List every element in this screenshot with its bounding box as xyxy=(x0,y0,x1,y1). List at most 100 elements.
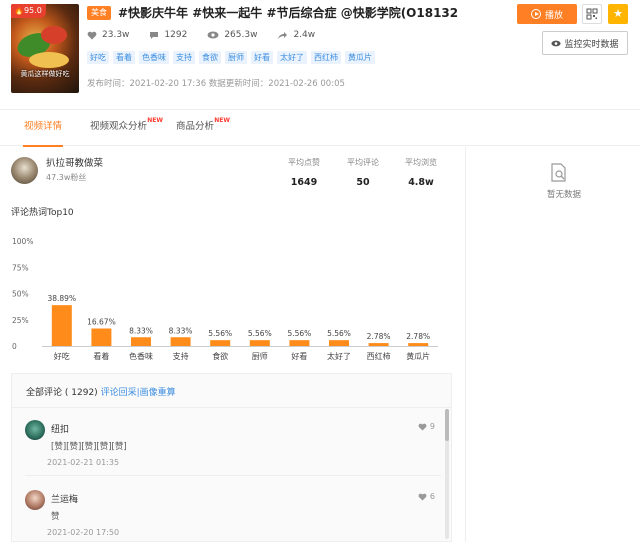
comment-icon xyxy=(150,31,159,39)
video-thumbnail[interactable]: 🔥95.0 黄瓜这样做好吃 xyxy=(11,4,79,93)
tab-video-detail[interactable]: 视频详情 xyxy=(23,110,64,147)
play-button[interactable]: 播放 xyxy=(517,4,577,24)
category-badge: 美食 xyxy=(87,6,111,20)
score-value: 95.0 xyxy=(23,6,42,15)
shares-stat: 2.4w xyxy=(277,30,315,40)
comment-text: [赞][赞][赞][赞][赞] xyxy=(51,442,127,452)
hot-words-bar-chart: 0 25% 50% 75% 100% 38.89% 好吃 16.67% 看着 8.33% 色香味 8.… xyxy=(12,237,438,361)
commenter-name[interactable]: 兰运梅 xyxy=(51,492,78,505)
average-views-label: 平均浏览 xyxy=(405,158,437,167)
average-likes-value: 1649 xyxy=(290,177,318,188)
average-likes-label: 平均点赞 xyxy=(288,158,320,167)
hot-word-tags: 好吃 看着 色香味 支持 食欲 厨师 好看 太好了 西红柿 黄瓜片 xyxy=(87,51,379,64)
eye-icon xyxy=(551,40,562,46)
new-badge: NEW xyxy=(214,117,231,124)
y-tick-label: 0 xyxy=(12,342,17,351)
hot-word-tag[interactable]: 厨师 xyxy=(225,51,247,64)
bar xyxy=(408,343,429,346)
author-avatar[interactable] xyxy=(11,157,38,184)
hot-word-tag[interactable]: 西红柿 xyxy=(311,51,341,64)
comment-time: 2021-02-21 01:35 xyxy=(47,458,120,467)
video-detail-panel: 扒拉哥教做菜 47.3w粉丝 平均点赞 1649 平均评论 50 平均浏览 4.… xyxy=(0,147,466,542)
bar xyxy=(51,305,72,346)
hot-word-tag[interactable]: 黄瓜片 xyxy=(345,51,375,64)
commenter-avatar[interactable] xyxy=(25,420,45,440)
bar-value-label: 2.78% xyxy=(367,332,391,341)
x-tick-label: 黄瓜片 xyxy=(406,351,430,361)
divider xyxy=(25,475,441,476)
bar-value-label: 5.56% xyxy=(327,329,351,338)
author-card[interactable]: 扒拉哥教做菜 47.3w粉丝 xyxy=(11,157,103,185)
divider xyxy=(12,407,451,408)
bar xyxy=(289,340,310,346)
publish-info: 发布时间：2021-02-20 17:36 数据更新时间：2021-02-26 … xyxy=(87,79,345,89)
average-views-value: 4.8w xyxy=(408,177,434,188)
comments-header: 全部评论 ( 1292) 评论回采|画像重算 xyxy=(26,385,176,398)
qr-code-button[interactable] xyxy=(582,4,602,24)
play-label: 播放 xyxy=(544,10,563,21)
hot-word-tag[interactable]: 好看 xyxy=(251,51,273,64)
x-tick-label: 太好了 xyxy=(327,351,351,361)
new-badge: NEW xyxy=(147,117,164,124)
views-stat: 265.3w xyxy=(207,30,257,40)
tab-audience-analysis[interactable]: 视频观众分析 NEW xyxy=(90,110,163,146)
comments-scrollbar-thumb[interactable] xyxy=(445,409,449,441)
bar xyxy=(170,337,191,346)
comment-likes: 6 xyxy=(418,492,435,501)
recollect-comments-link[interactable]: 评论回采|画像重算 xyxy=(101,388,176,398)
heart-icon xyxy=(418,493,427,501)
bar-value-label: 8.33% xyxy=(129,326,153,335)
chart-title: 评论热词Top10 xyxy=(11,208,74,218)
bar xyxy=(91,328,112,346)
y-tick-label: 75% xyxy=(12,263,29,272)
empty-state-text: 暂无数据 xyxy=(546,190,581,200)
commenter-name[interactable]: 纽扣 xyxy=(51,422,69,435)
bar xyxy=(210,340,231,346)
hot-word-tag[interactable]: 食欲 xyxy=(199,51,221,64)
shares-count: 2.4w xyxy=(293,30,316,40)
bar xyxy=(249,340,270,346)
video-title[interactable]: #快影庆牛年 #快来一起牛 #节后综合症 @快影学院(O1813250452) … xyxy=(118,4,458,22)
comment-like-count: 6 xyxy=(429,492,435,501)
x-tick-label: 支持 xyxy=(173,351,189,361)
author-name[interactable]: 扒拉哥教做菜 xyxy=(46,157,103,171)
commenter-avatar[interactable] xyxy=(25,490,45,510)
hot-word-tag[interactable]: 看着 xyxy=(113,51,135,64)
comments-count-label: ( 1292) xyxy=(64,388,98,398)
x-tick-label: 好看 xyxy=(291,351,307,361)
favorite-button[interactable]: ★ xyxy=(608,4,628,24)
heart-icon xyxy=(418,423,427,431)
hot-word-tag[interactable]: 色香味 xyxy=(139,51,169,64)
comments-title: 全部评论 xyxy=(26,388,63,398)
monitor-realtime-button[interactable]: 监控实时数据 xyxy=(542,31,628,55)
score-badge: 🔥95.0 xyxy=(11,4,46,18)
hot-word-tag[interactable]: 太好了 xyxy=(277,51,307,64)
eye-icon xyxy=(207,31,219,39)
hot-word-tag[interactable]: 好吃 xyxy=(87,51,109,64)
y-tick-label: 25% xyxy=(12,316,29,325)
views-count: 265.3w xyxy=(224,30,258,40)
y-tick-label: 50% xyxy=(12,290,29,299)
comment-like-count: 9 xyxy=(429,422,435,431)
hot-word-tag[interactable]: 支持 xyxy=(173,51,195,64)
likes-stat: 23.3w xyxy=(87,30,129,40)
author-fans: 47.3w粉丝 xyxy=(46,173,87,182)
average-comments: 平均评论 50 xyxy=(342,157,384,188)
bar-value-label: 2.78% xyxy=(406,332,430,341)
comment-time: 2021-02-20 17:50 xyxy=(47,528,120,537)
video-stats: 23.3w 1292 265.3w 2.4w xyxy=(87,28,335,42)
document-search-icon xyxy=(551,163,566,182)
play-icon xyxy=(530,9,541,19)
share-icon xyxy=(278,31,288,39)
bar-value-label: 5.56% xyxy=(208,329,232,338)
bar-value-label: 5.56% xyxy=(287,329,311,338)
tab-product-analysis[interactable]: 商品分析 NEW xyxy=(176,110,230,146)
tab-label: 视频详情 xyxy=(24,121,63,132)
thumbnail-food-shape xyxy=(41,26,67,44)
heart-icon xyxy=(87,31,97,39)
y-tick-label: 100% xyxy=(12,237,33,246)
x-tick-label: 食欲 xyxy=(212,351,228,361)
bar-value-label: 8.33% xyxy=(169,326,193,335)
bar-value-label: 5.56% xyxy=(248,329,272,338)
thumbnail-food-shape xyxy=(29,52,69,68)
